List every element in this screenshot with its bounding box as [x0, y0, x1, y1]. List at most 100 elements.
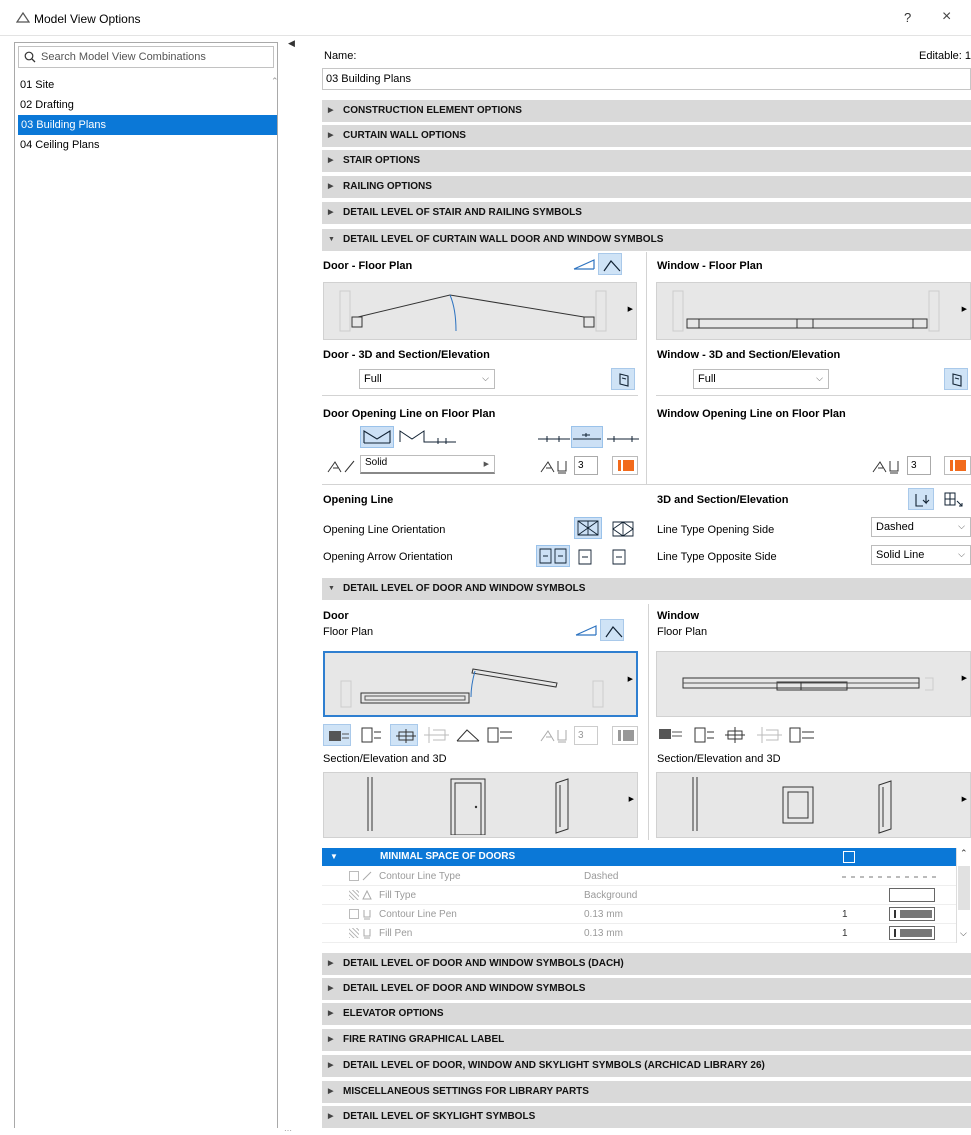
section-elevator[interactable]: ▶ ELEVATOR OPTIONS: [322, 1003, 971, 1025]
door-symbol-opt-2-icon[interactable]: [359, 726, 383, 744]
door-floor-preview[interactable]: ▶: [323, 282, 637, 340]
preview-more-icon[interactable]: ▶: [628, 675, 633, 683]
opening-line-style-2-icon[interactable]: [398, 428, 458, 446]
window-symbol-opt-5-icon[interactable]: [788, 726, 816, 744]
expand-icon: ▶: [328, 1010, 334, 1017]
section-dw-symbols-2[interactable]: ▶ DETAIL LEVEL OF DOOR AND WINDOW SYMBOLS: [322, 978, 971, 1000]
opening-line-style-5-icon[interactable]: [606, 430, 640, 444]
window-symbol-opt-4-icon[interactable]: [756, 726, 784, 744]
scroll-thumb[interactable]: [958, 866, 970, 910]
section-construction-element[interactable]: ▶ CONSTRUCTION ELEMENT OPTIONS: [322, 100, 971, 122]
section-title: FIRE RATING GRAPHICAL LABEL: [343, 1034, 505, 1045]
section-cw-door-window[interactable]: ▼ DETAIL LEVEL OF CURTAIN WALL DOOR AND W…: [322, 229, 971, 251]
header-checkbox[interactable]: [843, 851, 855, 863]
combination-item[interactable]: 04 Ceiling Plans: [17, 135, 279, 155]
section-door-window-symbols[interactable]: ▼ DETAIL LEVEL OF DOOR AND WINDOW SYMBOLS: [322, 578, 971, 600]
arrow-orientation-3-icon[interactable]: [611, 547, 627, 567]
window-3d-options-button[interactable]: [944, 368, 968, 390]
door-section-preview[interactable]: ▶: [323, 772, 638, 838]
section-skylight[interactable]: ▶ DETAIL LEVEL OF SKYLIGHT SYMBOLS: [322, 1106, 971, 1128]
table-row[interactable]: Contour Line Type Dashed: [322, 867, 956, 886]
section-dws-library-26[interactable]: ▶ DETAIL LEVEL OF DOOR, WINDOW AND SKYLIG…: [322, 1055, 971, 1077]
table-row[interactable]: Contour Line Pen 0.13 mm 1: [322, 905, 956, 924]
door-symbol-plain-icon[interactable]: [572, 255, 596, 273]
section-fire-rating[interactable]: ▶ FIRE RATING GRAPHICAL LABEL: [322, 1029, 971, 1051]
table-row[interactable]: Fill Type Background: [322, 886, 956, 905]
table-scrollbar[interactable]: ⌃ ⌵: [956, 848, 971, 943]
3d-option-1-button[interactable]: [908, 488, 934, 510]
row-checkbox[interactable]: [349, 871, 359, 881]
name-field[interactable]: 03 Building Plans: [322, 68, 971, 90]
window-symbol-opt-3-icon[interactable]: [724, 726, 746, 744]
door-pen-number[interactable]: 3: [574, 456, 598, 475]
combination-item[interactable]: 02 Drafting: [17, 95, 279, 115]
search-box[interactable]: [18, 46, 274, 68]
scroll-down-icon[interactable]: ⌵: [960, 928, 967, 939]
3d-option-2-icon[interactable]: [943, 491, 963, 509]
window-3d-select[interactable]: Full ⌵: [693, 369, 829, 389]
preview-more-icon[interactable]: ▶: [629, 795, 634, 803]
search-input[interactable]: [41, 49, 269, 65]
collapse-panel-icon[interactable]: ◀: [288, 38, 295, 49]
arrow-orientation-1-button[interactable]: [536, 545, 570, 567]
section-curtain-wall[interactable]: ▶ CURTAIN WALL OPTIONS: [322, 125, 971, 147]
preview-more-icon[interactable]: ▶: [962, 674, 967, 682]
window-symbol-opt-1-icon[interactable]: [658, 726, 684, 744]
close-button[interactable]: ×: [942, 8, 951, 26]
door-floor-preview[interactable]: ▶: [323, 651, 638, 717]
section-railing[interactable]: ▶ RAILING OPTIONS: [322, 176, 971, 198]
door-symbol-pen-number[interactable]: 3: [574, 726, 598, 745]
opening-line-type-select[interactable]: Solid ▶: [360, 455, 495, 474]
window-pen-number[interactable]: 3: [907, 456, 931, 475]
door-symbol-opt-5-icon[interactable]: [455, 726, 481, 744]
opening-line-style-3-icon[interactable]: [537, 430, 571, 444]
scroll-up-icon[interactable]: ⌃: [960, 848, 968, 859]
opening-line-style-1-button[interactable]: [360, 426, 394, 448]
door-symbol-opt-4-icon[interactable]: [423, 726, 451, 744]
swing-arrow-icon: [915, 494, 930, 507]
pen-swatch[interactable]: [889, 926, 935, 940]
door-symbol-arc-button[interactable]: [600, 619, 624, 641]
scroll-up-icon[interactable]: ⌃: [271, 76, 279, 87]
combination-item[interactable]: 01 Site: [17, 75, 279, 95]
collapse-icon: ▼: [330, 852, 338, 861]
table-header-row[interactable]: ▼ MINIMAL SPACE OF DOORS: [322, 848, 956, 866]
pen-swatch[interactable]: [889, 907, 935, 921]
section-misc-library[interactable]: ▶ MISCELLANEOUS SETTINGS FOR LIBRARY PART…: [322, 1081, 971, 1103]
window-section-preview[interactable]: ▶: [656, 772, 971, 838]
section-title: DETAIL LEVEL OF DOOR AND WINDOW SYMBOLS: [343, 983, 586, 994]
opening-line-style-4-button[interactable]: [571, 426, 603, 448]
orientation-1-button[interactable]: [574, 517, 602, 539]
door-3d-options-button[interactable]: [611, 368, 635, 390]
window-symbol-opt-2-icon[interactable]: [692, 726, 716, 744]
splitter-grip-icon[interactable]: ⋯: [284, 1126, 292, 1135]
window-pen-color-button[interactable]: [944, 456, 971, 475]
door-symbol-arc-button[interactable]: [598, 253, 622, 275]
line-type-opening-side-select[interactable]: Dashed ⌵: [871, 517, 971, 537]
row-checkbox[interactable]: [349, 909, 359, 919]
section-dw-dach[interactable]: ▶ DETAIL LEVEL OF DOOR AND WINDOW SYMBOLS…: [322, 953, 971, 975]
combination-item-selected[interactable]: 03 Building Plans: [18, 115, 277, 135]
section-stair[interactable]: ▶ STAIR OPTIONS: [322, 150, 971, 172]
orientation-2-icon[interactable]: [610, 519, 636, 539]
door-symbol-opt-3-button[interactable]: [390, 724, 418, 746]
door-symbol-pen-button[interactable]: [612, 726, 638, 745]
line-type-opposite-side-select[interactable]: Solid Line ⌵: [871, 545, 971, 565]
door-symbol-plain-icon[interactable]: [574, 621, 598, 639]
door-pen-color-button[interactable]: [612, 456, 638, 475]
table-row[interactable]: Fill Pen 0.13 mm 1: [322, 924, 956, 943]
door-3d-select[interactable]: Full ⌵: [359, 369, 495, 389]
fill-swatch[interactable]: [889, 888, 935, 902]
section-stair-railing-symbols[interactable]: ▶ DETAIL LEVEL OF STAIR AND RAILING SYMBO…: [322, 202, 971, 224]
door-symbol-opt-1-button[interactable]: [323, 724, 351, 746]
preview-more-icon[interactable]: ▶: [962, 795, 967, 803]
preview-more-icon[interactable]: ▶: [628, 305, 633, 313]
door-symbol-opt-6-icon[interactable]: [486, 726, 514, 744]
preview-more-icon[interactable]: ▶: [962, 305, 967, 313]
window-floor-preview[interactable]: ▶: [656, 651, 971, 717]
title-bar: Model View Options ? ×: [0, 0, 971, 36]
window-floor-preview[interactable]: ▶: [656, 282, 971, 340]
arrow-orientation-2-icon[interactable]: [577, 547, 593, 567]
row-label: Fill Pen: [379, 928, 413, 939]
help-button[interactable]: ?: [904, 10, 911, 25]
